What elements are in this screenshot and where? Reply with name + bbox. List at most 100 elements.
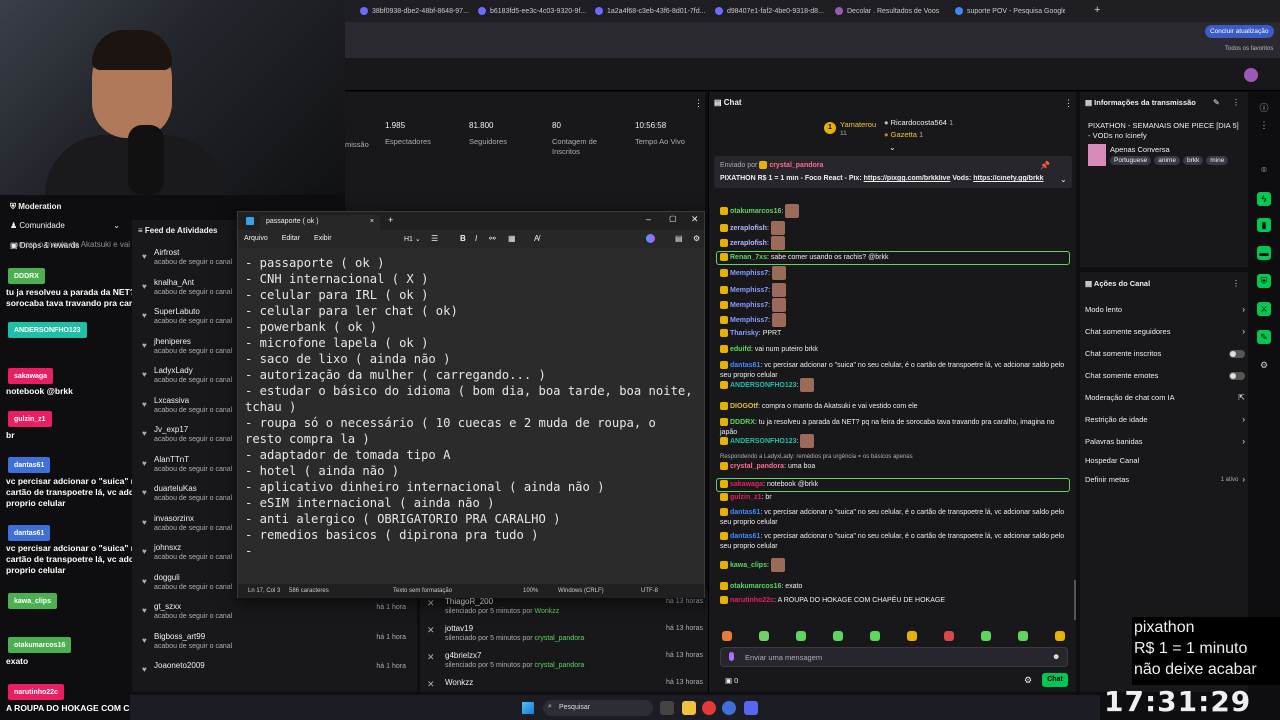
edit-icon[interactable]: ✎ — [1213, 98, 1220, 107]
chat-username[interactable]: zeraplofish — [730, 240, 767, 247]
notepad-tab[interactable]: passaporte ( ok ) × — [260, 215, 380, 230]
rail-shield-icon[interactable]: ⛨ — [1257, 274, 1271, 288]
chat-message[interactable]: Tharisky: PPRT — [720, 329, 1065, 339]
notepad-view-icon[interactable]: ▤ — [675, 234, 683, 243]
rail-bolt-icon[interactable]: ϟ — [1257, 192, 1271, 206]
chat-username[interactable]: dantas61 — [730, 509, 760, 516]
quick-emote-icon[interactable] — [870, 631, 880, 641]
chat-username[interactable]: otakumarcos16 — [730, 583, 781, 590]
chat-username[interactable]: crystal_pandora — [730, 463, 784, 470]
chat-message[interactable]: Memphiss7: — [720, 283, 1065, 297]
rail-tool-icon[interactable]: ✎ — [1257, 330, 1271, 344]
chat-username[interactable]: kawa_clips — [730, 562, 767, 569]
channel-action[interactable]: Restrição de idade › — [1085, 415, 1245, 424]
mod-log-item[interactable]: ✕ jottav19 silenciado por 5 minutos por cr… — [425, 624, 705, 648]
chat-username[interactable]: dantas61 — [730, 533, 760, 540]
mod-log-item[interactable]: ✕ g4brielzx7 silenciado por 5 minutos por … — [425, 651, 705, 675]
leader-first[interactable]: Yamaterou — [840, 120, 876, 129]
chat-username[interactable]: Memphiss7 — [730, 317, 768, 324]
browser-tab[interactable]: 38bf0938-dbe2-48bf-8648-97... — [360, 4, 470, 18]
browser-tab[interactable]: d98407e1-faf2-4be0-9318-d8... — [715, 4, 825, 18]
browser-tab[interactable]: Decolar . Resultados de Voos — [835, 4, 945, 18]
chat-message[interactable]: Respondendo a LadyxLady: remédios pra ur… — [720, 454, 1065, 472]
chat-username[interactable]: DDDRX — [730, 419, 755, 426]
chat-message[interactable]: otakumarcos16: exato — [720, 582, 1065, 592]
stream-tag[interactable]: Portuguese — [1110, 156, 1152, 165]
mic-icon[interactable] — [729, 652, 734, 661]
mod-log-item[interactable]: ✕ ThiagoR_200 silenciado por 5 minutos por… — [425, 597, 705, 621]
channel-action[interactable]: Moderação de chat com IA ⇱ — [1085, 393, 1245, 402]
chat-username[interactable]: eduifd — [730, 346, 751, 353]
notepad-menu-item[interactable]: Exibir — [314, 235, 332, 242]
quick-emote-icon[interactable] — [833, 631, 843, 641]
chat-more-icon[interactable]: ⋮ — [1064, 98, 1073, 109]
chat-message[interactable]: Memphiss7: — [720, 266, 1065, 280]
chat-username[interactable]: Memphiss7 — [730, 270, 768, 277]
channel-points[interactable]: ▣ 0 — [725, 676, 738, 685]
pin-icon[interactable]: 📌 — [1040, 161, 1050, 170]
chat-message[interactable]: gulzin_z1: br — [720, 493, 1065, 503]
chat-username[interactable]: narutinho22c — [730, 597, 774, 604]
taskbar-chrome-icon[interactable] — [702, 701, 716, 715]
quick-emote-icon[interactable] — [1055, 631, 1065, 641]
browser-tab[interactable]: 1a2a4f68-c3eb-43f6-8d01-7fd... — [595, 4, 705, 18]
chat-message[interactable]: kawa_clips: — [720, 558, 1065, 572]
chat-username[interactable]: Renan_7xs — [730, 254, 767, 261]
actions-more-icon[interactable]: ⋮ — [1232, 279, 1240, 288]
emote-picker-icon[interactable]: ☻ — [1052, 652, 1060, 661]
chat-message[interactable]: Memphiss7: — [720, 313, 1065, 327]
chat-username[interactable]: Memphiss7 — [730, 302, 768, 309]
chat-username[interactable]: zeraplofish — [730, 225, 767, 232]
toggle-switch[interactable] — [1229, 349, 1245, 358]
stream-category[interactable]: Apenas Conversa — [1110, 145, 1170, 154]
leader-third[interactable]: ● Gazetta 1 — [884, 130, 923, 139]
chat-username[interactable]: ANDERSONFHO123 — [730, 382, 797, 389]
minimize-button[interactable]: – — [646, 214, 651, 224]
stream-tag[interactable]: brkk — [1182, 156, 1204, 165]
chat-message[interactable]: Memphiss7: — [720, 298, 1065, 312]
notepad-new-tab[interactable]: + — [388, 215, 393, 225]
rail-more-icon[interactable]: ⋮ — [1257, 118, 1271, 132]
quick-emote-icon[interactable] — [796, 631, 806, 641]
collapse-icon[interactable]: ⌄ — [889, 143, 896, 152]
nav-moderation[interactable]: ⛨ Moderation — [10, 202, 61, 212]
chat-username[interactable]: sakawaga — [730, 481, 763, 488]
activity-feed-item[interactable]: ♥ Joaoneto2009 há 1 hora — [134, 661, 414, 687]
channel-action[interactable]: Palavras banidas › — [1085, 437, 1245, 446]
chat-username[interactable]: dantas61 — [730, 362, 760, 369]
chat-message[interactable]: zeraplofish: — [720, 221, 1065, 235]
italic-icon[interactable]: I — [475, 234, 477, 243]
chat-username[interactable]: Tharisky — [730, 330, 759, 337]
user-avatar[interactable] — [1244, 68, 1258, 82]
chat-message[interactable]: sakawaga: notebook @brkk — [716, 478, 1070, 492]
notepad-menu-item[interactable]: Arquivo — [244, 235, 268, 242]
pix-link[interactable]: https://pixgg.com/brkklive — [864, 175, 951, 182]
notepad-menu-item[interactable]: Editar — [282, 235, 300, 242]
channel-action[interactable]: Chat somente emotes — [1085, 371, 1245, 380]
leader-second[interactable]: ● Ricardocosta564 1 — [884, 118, 953, 127]
info-more-icon[interactable]: ⋮ — [1232, 98, 1240, 107]
chat-username[interactable]: gulzin_z1 — [730, 494, 762, 501]
bold-icon[interactable]: B — [460, 234, 466, 243]
channel-action[interactable]: Chat somente seguidores › — [1085, 327, 1245, 336]
chat-settings-icon[interactable]: ⚙ — [1024, 675, 1032, 686]
update-button[interactable]: Concluir atualização — [1205, 25, 1274, 38]
list-icon[interactable]: ☰ — [431, 234, 438, 243]
vods-link[interactable]: https://cinefy.gg/brkk — [973, 175, 1043, 182]
rail-info-icon[interactable]: ⓘ — [1257, 100, 1271, 114]
browser-tab[interactable]: suporte POV - Pesquisa Google — [955, 4, 1065, 18]
chat-username[interactable]: otakumarcos16 — [730, 208, 781, 215]
copilot-icon[interactable] — [646, 234, 655, 243]
pinned-expand-icon[interactable]: ⌄ — [1060, 175, 1067, 184]
quick-emote-icon[interactable] — [907, 631, 917, 641]
close-window-button[interactable]: ✕ — [691, 214, 699, 225]
chat-username[interactable]: DIOGOtf — [730, 403, 758, 410]
settings-icon[interactable]: ⚙ — [693, 234, 700, 243]
chat-message[interactable]: zeraplofish: — [720, 236, 1065, 250]
chat-message[interactable]: otakumarcos16: — [720, 204, 1065, 218]
activity-feed-item[interactable]: ♥ gt_szxx acabou de seguir o canal há 1 hor… — [134, 602, 414, 628]
rail-chat-icon[interactable]: ▬ — [1257, 246, 1271, 260]
toggle-switch[interactable] — [1229, 371, 1245, 380]
chat-send-button[interactable]: Chat — [1042, 673, 1068, 687]
stream-tag[interactable]: anime — [1154, 156, 1180, 165]
